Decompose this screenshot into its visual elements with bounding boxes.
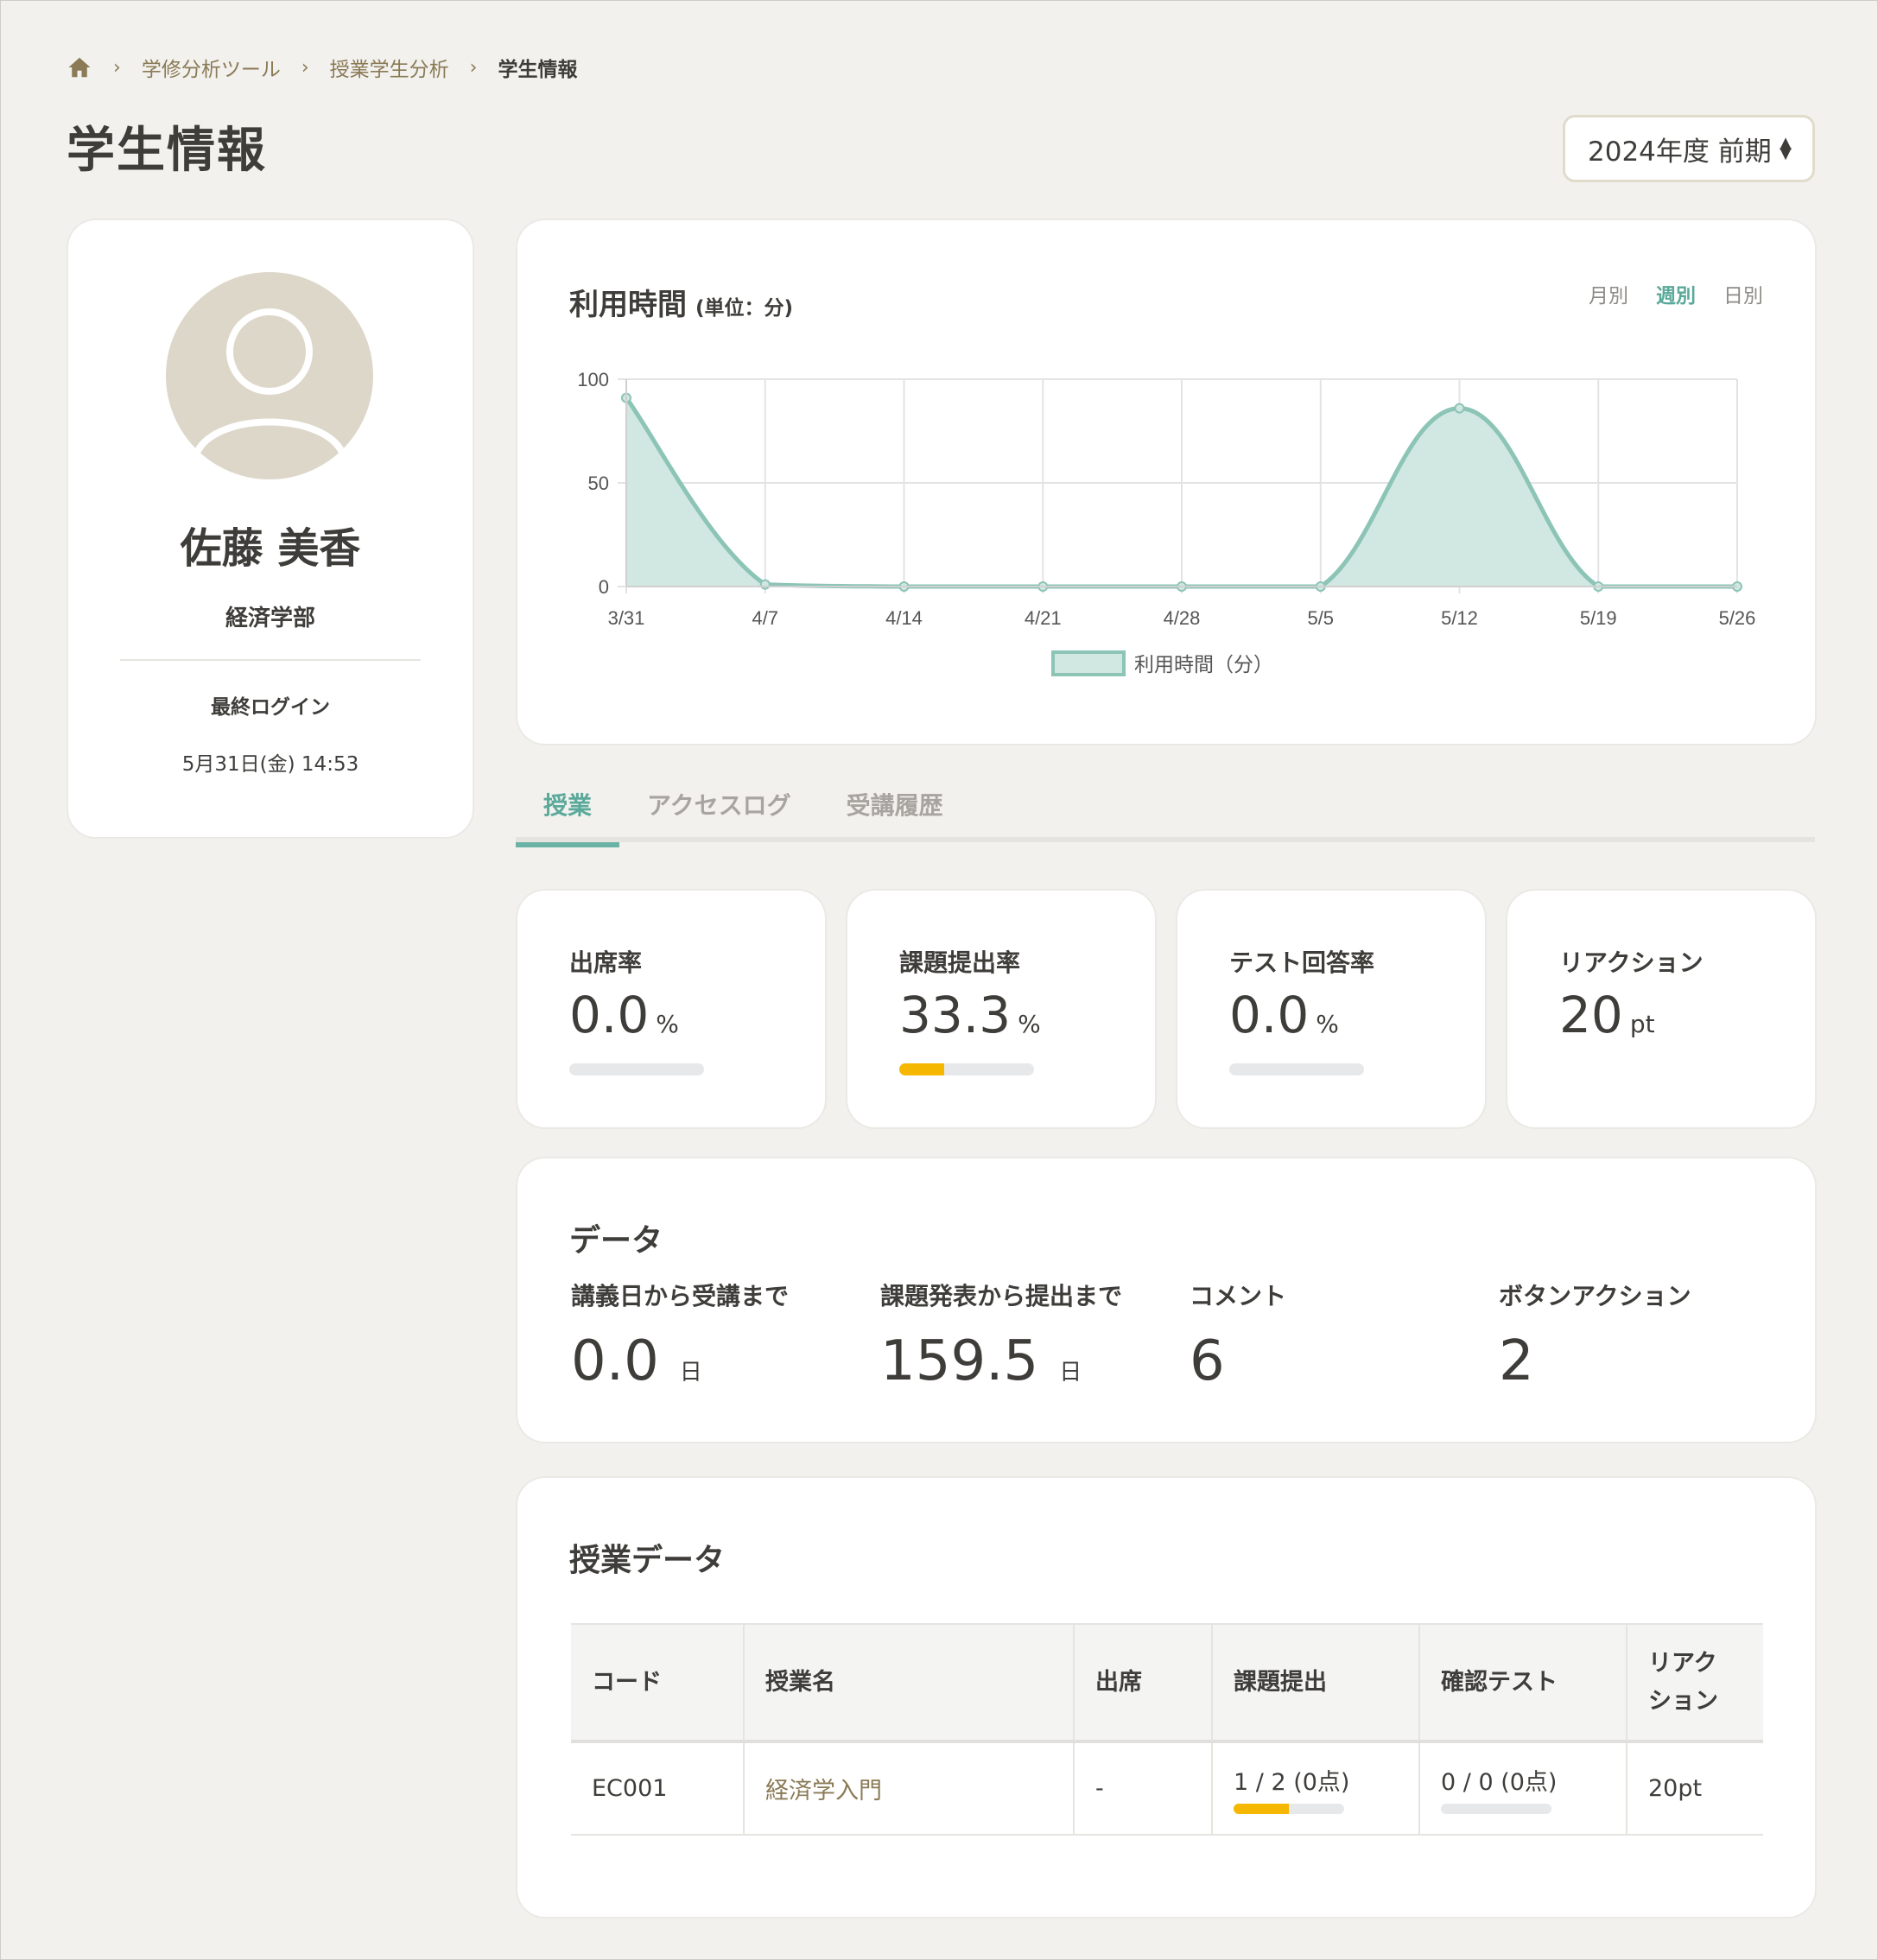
usage-chart: 0 50 100 3/31 4/7 4/14 4/21 4/28 5/5 5/12 5/19 5/26…: [577, 369, 1756, 676]
x-tick-label: 4/21: [1025, 607, 1062, 629]
stat-card-attendance: 出席率 0.0%: [517, 891, 825, 1127]
progress-bar: [899, 1063, 1034, 1075]
stat-label: リアクション: [1559, 948, 1704, 977]
data-point: [759, 579, 771, 590]
x-tick-label: 5/12: [1441, 607, 1478, 629]
tab-classes[interactable]: 授業: [516, 775, 620, 847]
column-header[interactable]: コード: [571, 1623, 745, 1743]
breadcrumb: › 学修分析ツール › 授業学生分析 › 学生情報: [67, 53, 577, 82]
progress-bar: [1441, 1804, 1551, 1814]
breadcrumb-link-class-analysis[interactable]: 授業学生分析: [330, 53, 449, 82]
data-title: データ: [569, 1223, 663, 1259]
divider: [120, 659, 421, 661]
progress-bar: [569, 1063, 704, 1075]
table-header-row: コード 授業名 出席 課題提出 確認テスト リアク ション: [571, 1623, 1763, 1743]
x-tick-label: 5/19: [1580, 607, 1617, 629]
stat-value: 20 pt: [1559, 986, 1655, 1044]
assignment-cell: 1 / 2 (0点): [1212, 1741, 1420, 1836]
reaction-cell: 20pt: [1627, 1741, 1763, 1836]
legend-swatch: [1051, 650, 1126, 676]
chevron-right-icon: ›: [301, 56, 309, 79]
usage-chart-card: 利用時間 (単位：分) 月別 週別 日別 0 50 100 3/31 4/7 4/14 4/2…: [517, 220, 1815, 744]
faculty: 経済学部: [225, 606, 315, 631]
student-name: 佐藤 美香: [180, 524, 361, 573]
sort-arrows-icon: ▲ ▼: [1780, 134, 1792, 162]
table-row: EC001 経済学入門 - 1 / 2 (0点) 0 / 0 (0点) 20pt: [571, 1741, 1763, 1836]
user-icon: [192, 308, 347, 459]
x-tick-label: 3/31: [608, 607, 645, 629]
stat-value: 33.3%: [899, 986, 1041, 1044]
stat-label: テスト回答率: [1229, 948, 1375, 977]
column-header[interactable]: 出席: [1074, 1623, 1213, 1743]
course-data-title: 授業データ: [569, 1543, 726, 1578]
metric-button-actions: ボタンアクション 2: [1499, 1282, 1691, 1393]
column-header[interactable]: 授業名: [744, 1623, 1075, 1743]
profile-card: 佐藤 美香 経済学部 最終ログイン 5月31日(金) 14:53: [68, 220, 473, 837]
course-name-cell: 経済学入門: [744, 1741, 1075, 1836]
x-tick-label: 4/7: [752, 607, 778, 629]
stat-card-reaction: リアクション 20 pt: [1507, 891, 1815, 1127]
stat-card-test: テスト回答率 0.0%: [1177, 891, 1485, 1127]
course-name-link[interactable]: 経済学入門: [765, 1778, 882, 1805]
metric-assignment-to-submit: 課題発表から提出まで 159.5 日: [880, 1282, 1123, 1393]
tab-history[interactable]: 受講履歴: [819, 775, 971, 842]
chevron-right-icon: ›: [469, 56, 478, 79]
avatar: [166, 272, 373, 479]
stat-label: 出席率: [569, 948, 643, 977]
stat-card-assignment: 課題提出率 33.3%: [847, 891, 1155, 1127]
legend-label: 利用時間（分）: [1134, 654, 1273, 676]
y-tick-label: 50: [588, 473, 609, 494]
x-tick-label: 4/14: [885, 607, 923, 629]
breadcrumb-link-tool[interactable]: 学修分析ツール: [142, 53, 281, 82]
stat-value: 0.0%: [569, 986, 679, 1044]
column-header[interactable]: 課題提出: [1212, 1623, 1420, 1743]
term-select-value: 2024年度 前期: [1588, 136, 1772, 168]
y-tick-label: 0: [599, 576, 609, 598]
column-header[interactable]: リアク ション: [1627, 1623, 1763, 1743]
metric-comments: コメント 6: [1190, 1282, 1287, 1393]
stat-label: 課題提出率: [899, 948, 1021, 977]
breadcrumb-current: 学生情報: [498, 59, 578, 81]
home-icon[interactable]: [67, 54, 92, 80]
page-title: 学生情報: [67, 123, 267, 179]
data-point: [1454, 403, 1465, 414]
data-card: データ 講義日から受講まで 0.0 日 課題発表から提出まで 159.5 日 コメン…: [517, 1158, 1815, 1442]
x-tick-label: 5/26: [1719, 607, 1756, 629]
last-login-label: 最終ログイン: [211, 696, 330, 719]
chevron-right-icon: ›: [113, 56, 121, 79]
term-select[interactable]: 2024年度 前期 ▲ ▼: [1563, 115, 1815, 182]
x-tick-label: 4/28: [1164, 607, 1201, 629]
last-login-value: 5月31日(金) 14:53: [181, 753, 359, 776]
course-data-card: 授業データ コード 授業名 出席 課題提出 確認テスト リアク ション EC00…: [517, 1478, 1815, 1917]
stat-value: 0.0%: [1229, 986, 1339, 1044]
progress-bar: [1234, 1804, 1344, 1814]
attendance-cell: -: [1074, 1741, 1213, 1836]
content-tabs: 授業 アクセスログ 受講履歴: [516, 775, 1815, 847]
metric-lecture-to-view: 講義日から受講まで 0.0 日: [571, 1282, 790, 1393]
progress-bar: [1229, 1063, 1364, 1075]
tab-access-log[interactable]: アクセスログ: [619, 775, 819, 842]
y-tick-label: 100: [577, 369, 609, 390]
course-code: EC001: [571, 1741, 745, 1836]
column-header[interactable]: 確認テスト: [1419, 1623, 1627, 1743]
x-tick-label: 5/5: [1307, 607, 1334, 629]
course-table: コード 授業名 出席 課題提出 確認テスト リアク ション EC001 経済学入…: [571, 1623, 1763, 1836]
test-cell: 0 / 0 (0点): [1419, 1741, 1627, 1836]
